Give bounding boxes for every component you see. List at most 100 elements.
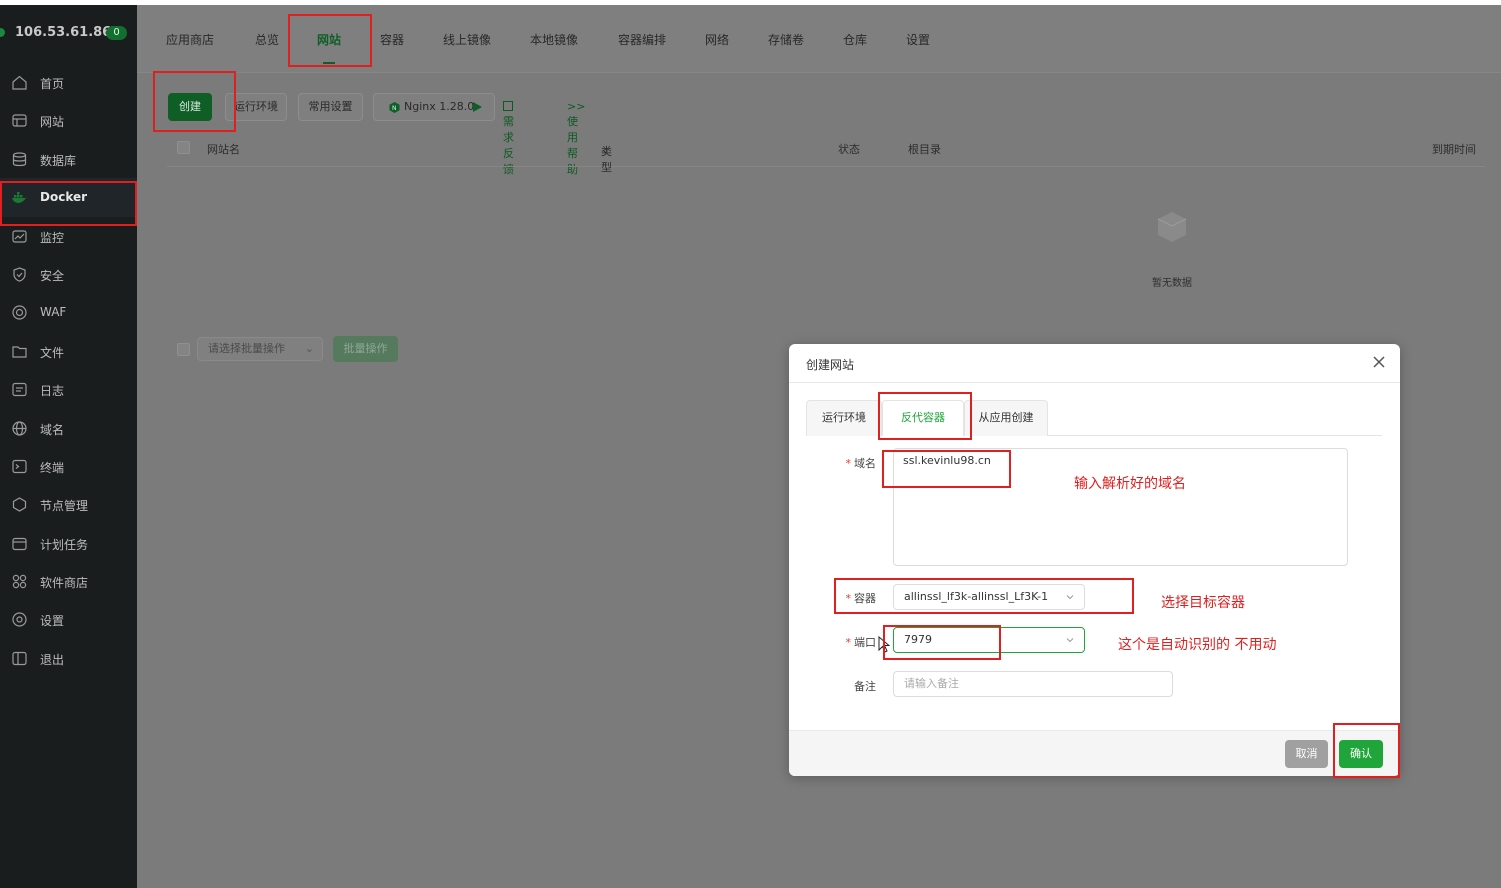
feedback-icon: [503, 101, 513, 111]
empty-box-icon: [1157, 212, 1187, 242]
play-icon: [473, 102, 482, 112]
runtime-button[interactable]: 运行环境: [225, 93, 287, 121]
batch-select-placeholder: 请选择批量操作: [208, 342, 285, 355]
create-button[interactable]: 创建: [168, 93, 212, 121]
container-label-text: 容器: [854, 592, 876, 605]
sidebar-item-home[interactable]: 首页: [0, 63, 137, 101]
dialog-tab-proxy-container[interactable]: 反代容器: [882, 400, 964, 436]
dialog-footer: 取消 确认: [789, 730, 1400, 776]
dialog-divider: [789, 382, 1400, 383]
sidebar-item-label: 终端: [40, 460, 65, 475]
tab-registry[interactable]: 仓库: [843, 31, 867, 48]
sidebar-item-label: 监控: [40, 230, 65, 245]
tab-settings[interactable]: 设置: [906, 31, 930, 48]
port-label: * 端口: [816, 634, 877, 650]
sidebar-item-store[interactable]: 软件商店: [0, 562, 137, 600]
tab-volumes[interactable]: 存储卷: [768, 31, 804, 48]
sidebar-item-cron[interactable]: 计划任务: [0, 524, 137, 562]
node-icon: [12, 497, 27, 512]
globe-icon: [12, 420, 27, 436]
required-mark: *: [845, 636, 852, 649]
waf-icon: [12, 305, 27, 320]
sidebar-item-settings[interactable]: 设置: [0, 600, 137, 638]
port-label-text: 端口: [854, 636, 876, 649]
required-mark: *: [845, 457, 852, 470]
sidebar-menu: 首页 网站 数据库 Docker 监控 安全 WAF 文件 日志 域名 终端 节…: [0, 63, 137, 677]
sidebar-item-label: 计划任务: [40, 537, 89, 552]
sidebar-item-waf[interactable]: WAF: [0, 293, 137, 331]
folder-icon: [12, 346, 27, 358]
select-all-checkbox[interactable]: [177, 141, 190, 154]
tab-overview[interactable]: 总览: [255, 31, 279, 48]
sidebar-item-website[interactable]: 网站: [0, 101, 137, 139]
annotation-container-note: 选择目标容器: [1161, 595, 1245, 611]
remark-input[interactable]: 请输入备注: [893, 671, 1173, 697]
domain-textarea[interactable]: ssl.kevinlu98.cn: [893, 448, 1348, 566]
table-header: 网站名 类型 ⌄ 状态 根目录 到期时间: [167, 139, 1485, 174]
port-value: 7979: [904, 633, 932, 646]
tab-compose[interactable]: 容器编排: [618, 31, 666, 48]
remark-placeholder: 请输入备注: [904, 677, 959, 690]
sidebar-item-label: 文件: [40, 345, 65, 360]
server-info: 106.53.61.86 0: [0, 25, 137, 41]
tab-app-store[interactable]: 应用商店: [166, 31, 214, 48]
website-icon: [12, 114, 27, 127]
chevron-down-icon: ⌄: [601, 143, 611, 156]
sidebar-item-label: 日志: [40, 384, 65, 399]
domain-label-text: 域名: [854, 457, 876, 470]
container-label: * 容器: [816, 590, 877, 606]
tab-website[interactable]: 网站: [317, 31, 341, 48]
server-status-dot: [0, 28, 5, 37]
batch-select[interactable]: 请选择批量操作 ⌄: [197, 337, 323, 361]
server-ip: 106.53.61.86: [15, 25, 112, 40]
sidebar-item-label: 设置: [40, 614, 65, 629]
batch-button[interactable]: 批量操作: [333, 336, 398, 362]
dialog-tab-runtime[interactable]: 运行环境: [806, 400, 882, 436]
sidebar-item-logs[interactable]: 日志: [0, 370, 137, 408]
store-icon: [12, 574, 27, 589]
nginx-status-button[interactable]: N Nginx 1.28.0: [373, 93, 495, 121]
nginx-version: Nginx 1.28.0: [404, 100, 475, 113]
cancel-button[interactable]: 取消: [1285, 740, 1328, 768]
sidebar-item-nodes[interactable]: 节点管理: [0, 485, 137, 523]
confirm-button[interactable]: 确认: [1339, 740, 1383, 768]
sidebar-item-logout[interactable]: 退出: [0, 639, 137, 677]
server-badge: 0: [106, 26, 127, 40]
dialog-title: 创建网站: [806, 358, 855, 372]
close-icon[interactable]: [1372, 355, 1386, 369]
shield-icon: [13, 267, 26, 282]
sidebar-item-domain[interactable]: 域名: [0, 409, 137, 447]
domain-label: * 域名: [816, 455, 877, 471]
tab-containers[interactable]: 容器: [380, 31, 404, 48]
sidebar-item-monitor[interactable]: 监控: [0, 217, 137, 255]
sidebar-item-files[interactable]: 文件: [0, 332, 137, 370]
sidebar-item-label: 网站: [40, 115, 65, 130]
active-tab-indicator: [323, 62, 335, 64]
sidebar-item-label: WAF: [40, 305, 67, 320]
nginx-icon: N: [389, 102, 400, 113]
dialog-tab-from-app[interactable]: 从应用创建: [964, 400, 1048, 436]
container-select[interactable]: allinssl_lf3k-allinssl_Lf3K-1: [893, 584, 1085, 610]
tab-network[interactable]: 网络: [705, 31, 729, 48]
port-select[interactable]: 7979: [893, 627, 1085, 653]
container-value: allinssl_lf3k-allinssl_Lf3K-1: [904, 590, 1049, 603]
gear-icon: [12, 612, 27, 628]
home-icon: [12, 75, 27, 90]
sidebar-item-terminal[interactable]: 终端: [0, 447, 137, 485]
sidebar-item-label: 域名: [40, 422, 65, 437]
monitor-icon: [12, 229, 27, 243]
tab-local-images[interactable]: 本地镜像: [530, 31, 578, 48]
calendar-icon: [12, 537, 27, 550]
column-status: 状态: [838, 143, 860, 156]
empty-state: 暂无数据: [1147, 205, 1197, 289]
terminal-icon: [12, 459, 27, 474]
sidebar-item-docker[interactable]: Docker: [0, 178, 137, 217]
sidebar-item-label: 安全: [40, 268, 65, 283]
sidebar-item-database[interactable]: 数据库: [0, 140, 137, 178]
sidebar-item-label: Docker: [40, 190, 88, 205]
create-website-dialog: 创建网站 运行环境 反代容器 从应用创建 * 域名 ssl.kevinlu98.c…: [789, 344, 1400, 776]
batch-checkbox[interactable]: [177, 343, 190, 356]
sidebar-item-security[interactable]: 安全: [0, 255, 137, 293]
tab-online-images[interactable]: 线上镜像: [443, 31, 491, 48]
common-settings-button[interactable]: 常用设置: [298, 93, 363, 121]
